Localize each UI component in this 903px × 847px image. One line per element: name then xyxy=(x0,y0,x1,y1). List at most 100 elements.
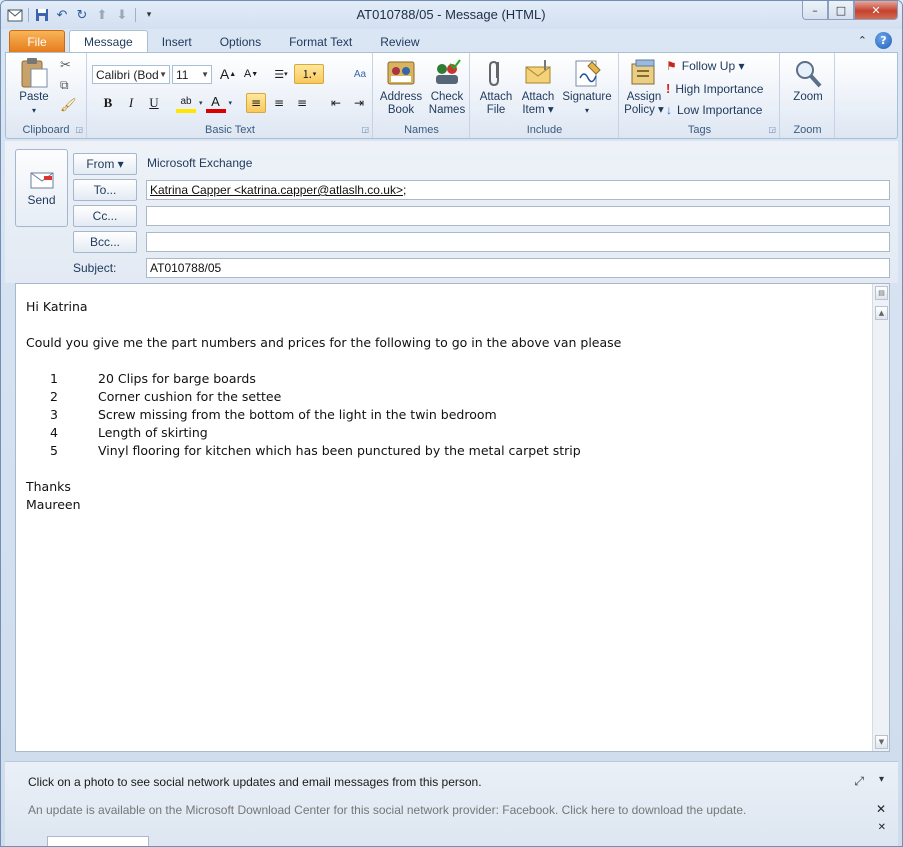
align-right-icon[interactable]: ≡ xyxy=(292,93,312,113)
follow-up-button[interactable]: ⚑ Follow Up ▾ xyxy=(666,59,744,73)
outlook-message-window: ↶ ↻ ⬆ ⬇ ▾ AT010788/05 - Message (HTML) –… xyxy=(0,0,903,847)
minimize-ribbon-icon[interactable]: ⌃ xyxy=(858,34,867,47)
to-recipient[interactable]: Katrina Capper <katrina.capper@atlaslh.c… xyxy=(150,183,403,197)
redo-icon[interactable]: ↻ xyxy=(74,7,90,23)
decrease-indent-icon[interactable]: ⇤ xyxy=(326,93,346,113)
ribbon-tabs: File Message Insert Options Format Text … xyxy=(9,30,434,53)
body-greeting: Hi Katrina xyxy=(26,299,88,314)
high-importance-button[interactable]: ! High Importance xyxy=(666,81,763,96)
font-size-combo[interactable]: 11 ▼ xyxy=(172,65,212,84)
quick-access-toolbar: ↶ ↻ ⬆ ⬇ ▾ xyxy=(7,6,157,24)
tab-options[interactable]: Options xyxy=(206,30,275,53)
to-button[interactable]: To... xyxy=(73,179,137,201)
next-item-icon[interactable]: ⬇ xyxy=(114,7,130,23)
tags-group: Assign Policy ▾ ⚑ Follow Up ▾ ! High Imp… xyxy=(620,53,780,138)
subject-field[interactable]: AT010788/05 xyxy=(146,258,890,278)
font-color-icon[interactable]: A xyxy=(205,93,226,113)
ruler-toggle-icon[interactable]: ▤ xyxy=(875,286,888,300)
grow-font-icon[interactable]: A ▲ xyxy=(218,64,238,84)
clipboard-launcher-icon[interactable]: ◲ xyxy=(75,125,83,134)
message-body-editor[interactable]: Hi Katrina Could you give me the part nu… xyxy=(15,283,890,752)
save-icon[interactable] xyxy=(34,7,50,23)
tab-file[interactable]: File xyxy=(9,30,65,53)
update-notice-link[interactable]: An update is available on the Microsoft … xyxy=(28,803,746,817)
bullets-icon[interactable]: ☰ ▾ xyxy=(271,64,291,84)
assign-policy-button[interactable]: Assign Policy ▾ xyxy=(622,57,666,117)
low-importance-button[interactable]: ↓ Low Importance xyxy=(666,103,762,117)
undo-icon[interactable]: ↶ xyxy=(54,7,70,23)
message-header: Send From ▾ Microsoft Exchange To... Kat… xyxy=(5,141,898,283)
check-names-button[interactable]: Check Names xyxy=(424,57,470,117)
cut-icon[interactable]: ✂ xyxy=(60,58,77,73)
scroll-down-icon[interactable]: ▼ xyxy=(875,735,888,749)
from-button[interactable]: From ▾ xyxy=(73,153,137,175)
signature-button[interactable]: Signature ▾ xyxy=(559,57,615,117)
list-item: 2 Corner cushion for the settee xyxy=(50,389,282,404)
chevron-down-icon: ▼ xyxy=(201,70,209,79)
bcc-field[interactable] xyxy=(146,232,890,252)
close-button[interactable]: ✕ xyxy=(854,1,898,20)
send-button[interactable]: Send xyxy=(15,149,68,227)
maximize-button[interactable]: □ xyxy=(828,1,854,20)
underline-icon[interactable]: U xyxy=(144,93,164,113)
window-title: AT010788/05 - Message (HTML) xyxy=(356,7,546,22)
numbering-icon[interactable]: ⒈ ▾ xyxy=(294,64,324,84)
font-name-combo[interactable]: Calibri (Bod ▼ xyxy=(92,65,170,84)
bold-icon[interactable]: B xyxy=(98,93,118,113)
body-intro: Could you give me the part numbers and p… xyxy=(26,335,622,350)
tags-group-label: Tags xyxy=(687,124,712,136)
align-left-icon[interactable]: ≡ xyxy=(246,93,267,113)
tab-review[interactable]: Review xyxy=(366,30,433,53)
formatting-buttons: B I U ab ▾ A ▾ ≡ ≡ ≡ ⇤ ⇥ xyxy=(98,93,369,113)
qat-separator xyxy=(28,8,29,22)
font-grow-shrink: A ▲ A ▼ xyxy=(218,64,261,84)
tab-message[interactable]: Message xyxy=(69,30,148,53)
attach-file-button[interactable]: Attach File xyxy=(475,57,517,117)
cc-field[interactable] xyxy=(146,206,890,226)
chevron-down-icon[interactable]: ▾ xyxy=(199,99,203,107)
previous-item-icon[interactable]: ⬆ xyxy=(94,7,110,23)
copy-icon[interactable]: ⧉ xyxy=(60,78,77,93)
body-closing: Thanks xyxy=(26,479,71,494)
tab-format-text[interactable]: Format Text xyxy=(275,30,366,53)
body-scrollbar[interactable]: ▤ ▲ ▼ xyxy=(872,284,889,751)
zoom-button[interactable]: Zoom xyxy=(785,57,831,104)
body-signature: Maureen xyxy=(26,497,81,512)
italic-icon[interactable]: I xyxy=(121,93,141,113)
paste-button[interactable]: Paste ▾ xyxy=(14,57,54,117)
assign-policy-icon xyxy=(628,57,660,89)
address-book-button[interactable]: Address Book xyxy=(378,57,424,117)
close-notice-icon[interactable]: ✕ xyxy=(876,802,886,816)
align-center-icon[interactable]: ≡ xyxy=(269,93,289,113)
help-icon[interactable]: ? xyxy=(875,32,892,49)
tab-insert[interactable]: Insert xyxy=(148,30,206,53)
paste-icon xyxy=(18,57,50,89)
close-icon[interactable]: ✕ xyxy=(878,822,886,833)
outlook-app-icon[interactable] xyxy=(7,7,23,23)
tags-launcher-icon[interactable]: ◲ xyxy=(768,125,776,134)
magnifier-icon xyxy=(792,57,824,89)
basic-text-launcher-icon[interactable]: ◲ xyxy=(361,125,369,134)
cc-button[interactable]: Cc... xyxy=(73,205,137,227)
minimize-button[interactable]: – xyxy=(802,1,828,20)
people-pane-tab[interactable] xyxy=(47,836,149,846)
customize-qat-icon[interactable]: ▾ xyxy=(141,7,157,23)
exclamation-icon: ! xyxy=(666,81,671,96)
expand-icon[interactable]: ⤢ xyxy=(854,774,864,789)
attach-item-button[interactable]: Attach Item ▾ xyxy=(517,57,559,117)
format-painter-icon[interactable]: 🖌 xyxy=(60,98,77,113)
address-book-icon xyxy=(385,57,417,89)
message-body-text[interactable]: Hi Katrina Could you give me the part nu… xyxy=(26,298,866,514)
to-field[interactable]: Katrina Capper <katrina.capper@atlaslh.c… xyxy=(146,180,890,200)
styles-icon[interactable]: Aa xyxy=(350,64,370,84)
clipboard-small-buttons: ✂ ⧉ 🖌 xyxy=(60,58,77,113)
list-buttons: ☰ ▾ ⒈ ▾ xyxy=(271,64,324,84)
chevron-down-icon[interactable]: ▾ xyxy=(229,99,233,107)
scroll-up-icon[interactable]: ▲ xyxy=(875,306,888,320)
highlight-icon[interactable]: ab xyxy=(176,93,196,113)
flag-icon: ⚑ xyxy=(666,59,677,73)
chevron-down-icon[interactable]: ▾ xyxy=(879,774,884,785)
shrink-font-icon[interactable]: A ▼ xyxy=(241,64,261,84)
bcc-button[interactable]: Bcc... xyxy=(73,231,137,253)
increase-indent-icon[interactable]: ⇥ xyxy=(349,93,369,113)
